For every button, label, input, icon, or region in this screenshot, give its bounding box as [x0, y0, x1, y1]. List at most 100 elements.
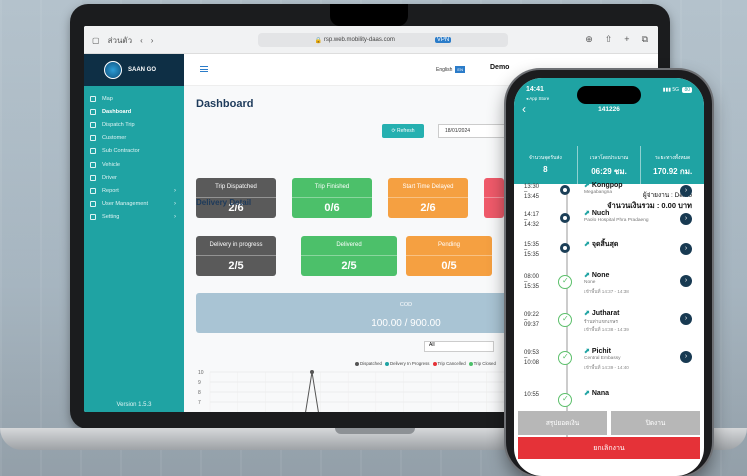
- sidebar-item-sub-contractor[interactable]: Sub Contractor: [84, 145, 184, 158]
- summary-button[interactable]: สรุปยอดเงิน: [518, 411, 607, 435]
- chevron-right-icon[interactable]: ›: [680, 275, 692, 287]
- vpn-badge[interactable]: VPN: [434, 37, 452, 43]
- delivery-card-divider: [301, 255, 397, 256]
- stop-name-text: Kongpop: [591, 182, 623, 189]
- sidebar-item-label: Dashboard: [102, 108, 132, 115]
- laptop-notch: [330, 4, 408, 26]
- legend-label: Trip Cancelled: [437, 361, 466, 366]
- sidebar-item-customer[interactable]: Customer: [84, 132, 184, 145]
- pin-icon: ⬈: [584, 272, 590, 279]
- stop-name-text: จุดสิ้นสุด: [591, 241, 619, 248]
- stop-node-icon: [560, 213, 570, 223]
- stop-name-text: Jutharat: [591, 310, 620, 317]
- new-tab-icon[interactable]: +: [624, 34, 629, 45]
- delivery-card-divider: [406, 255, 492, 256]
- cancel-job-button[interactable]: ยกเลิกงาน: [518, 437, 700, 459]
- stop-name[interactable]: ⬈ Jutharat: [584, 309, 620, 317]
- check-circle-icon: [558, 275, 572, 289]
- nav-item-icon: [90, 201, 96, 208]
- trip-stat-value: 06:29 ชม.: [591, 167, 627, 176]
- stop-name[interactable]: ⬈ None: [584, 271, 609, 279]
- chevron-right-icon[interactable]: ›: [680, 213, 692, 225]
- stop-name[interactable]: ⬈ จุดสิ้นสุด: [584, 239, 618, 250]
- stop-name-text: Nana: [591, 390, 609, 397]
- chevron-right-icon[interactable]: ›: [680, 243, 692, 255]
- address-bar[interactable]: 🔒 rsp.web.mobility-daas.com VPN: [258, 33, 508, 47]
- stop-name[interactable]: ⬈ Nana: [584, 389, 609, 397]
- sidebar-item-dashboard[interactable]: Dashboard: [84, 105, 184, 118]
- stat-card-label: Start Time Delayed: [402, 184, 454, 190]
- stop-arrival: เข้าพื้นที่ 14:37 - 14:38: [584, 289, 629, 294]
- nav-item-icon: [90, 214, 96, 221]
- legend-label: Delivery In Progress: [389, 361, 430, 366]
- sidebar-item-map[interactable]: Map: [84, 92, 184, 105]
- check-circle-icon: [558, 393, 572, 407]
- legend-dot: [432, 361, 437, 366]
- chart-legend: Dispatched Delivery In Progress Trip Cance…: [352, 361, 496, 366]
- user-name[interactable]: Demo: [490, 64, 509, 71]
- nav-item-icon: [90, 135, 96, 142]
- sidebar-item-label: Dispatch Trip: [102, 121, 135, 128]
- sidebar-toggle-icon[interactable]: ▢: [92, 36, 100, 45]
- hamburger-menu-icon[interactable]: [200, 66, 208, 72]
- refresh-button[interactable]: ⟳ Refresh: [382, 124, 424, 138]
- logo[interactable]: SAAN GO: [84, 54, 184, 86]
- app-version: Version 1.5.3: [116, 402, 152, 408]
- stop-name[interactable]: ⬈ Kongpop: [584, 181, 623, 189]
- tabs-icon[interactable]: ⧉: [642, 34, 648, 45]
- stop-address: Megabangna: [584, 190, 613, 195]
- sidebar-item-vehicle[interactable]: Vehicle: [84, 158, 184, 171]
- signal-icon: ▮▮▮: [662, 87, 673, 93]
- stop-time-end: 09:37: [524, 322, 540, 328]
- stop-address: None: [584, 280, 596, 285]
- chevron-right-icon[interactable]: ›: [680, 313, 692, 325]
- share-icon[interactable]: ⇧: [605, 34, 613, 45]
- forward-icon[interactable]: ›: [151, 36, 154, 45]
- language-selector[interactable]: English EN: [436, 66, 465, 73]
- nav-item-icon: [90, 161, 96, 168]
- sidebar: SAAN GO Map Dashboard Dispatch Trip Custome…: [84, 54, 184, 412]
- chevron-right-icon: ›: [174, 201, 176, 208]
- back-to-app-store[interactable]: ◂ App Store: [526, 96, 549, 102]
- chevron-right-icon[interactable]: ›: [680, 351, 692, 363]
- legend-label: Dispatched: [360, 361, 382, 366]
- pin-icon: ⬈: [584, 310, 590, 317]
- close-job-button[interactable]: ปิดงาน: [611, 411, 700, 435]
- sidebar-item-user-management[interactable]: User Management ›: [84, 198, 184, 211]
- stop-arrival: เข้าพื้นที่ 14:38 - 14:39: [584, 327, 629, 332]
- trip-stat: เวลาโดยประมาณ 06:29 ชม.: [578, 146, 642, 184]
- sidebar-item-label: Sub Contractor: [102, 148, 140, 155]
- sidebar-item-driver[interactable]: Driver: [84, 171, 184, 184]
- status-filter-select[interactable]: All: [424, 341, 494, 352]
- nav-item-icon: [90, 148, 96, 155]
- nav-item-icon: [90, 121, 96, 128]
- download-icon[interactable]: ⊕: [585, 34, 593, 45]
- stat-card: Start Time Delayed 2/6: [388, 178, 468, 218]
- sidebar-item-label: Vehicle: [102, 161, 121, 168]
- stop-node-icon: [560, 243, 570, 253]
- language-label: English: [436, 66, 453, 73]
- sidebar-item-report[interactable]: Report ›: [84, 184, 184, 197]
- stop-arrival: เข้าพื้นที่ 14:39 - 14:40: [584, 365, 629, 370]
- trip-id: 141226: [598, 106, 620, 113]
- stop-time-end: 13:45: [524, 194, 540, 200]
- delivery-card-value: 2/5: [341, 260, 357, 272]
- pin-icon: ⬈: [584, 348, 590, 355]
- stop-name-text: Nuch: [591, 210, 610, 217]
- sidebar-item-label: Driver: [102, 174, 117, 181]
- back-icon[interactable]: ‹: [140, 36, 143, 45]
- sidebar-item-dispatch-trip[interactable]: Dispatch Trip: [84, 118, 184, 131]
- stop-time-end: 10:08: [524, 360, 540, 366]
- data-point[interactable]: [310, 370, 314, 374]
- stop-name[interactable]: ⬈ Nuch: [584, 209, 609, 217]
- trip-stat: จำนวนจุดรับส่ง 8: [514, 146, 578, 184]
- chevron-right-icon[interactable]: ›: [680, 185, 692, 197]
- stop-name[interactable]: ⬈ Pichit: [584, 347, 611, 355]
- total-amount: จำนวนเงินรวม : 0.00 บาท: [607, 201, 692, 210]
- sidebar-item-setting[interactable]: Setting ›: [84, 211, 184, 224]
- refresh-label: Refresh: [397, 128, 415, 134]
- sidebar-nav: Map Dashboard Dispatch Trip Customer Sub Con…: [84, 86, 184, 224]
- logo-text: SAAN GO: [128, 67, 157, 73]
- check-circle-icon: [558, 313, 572, 327]
- trip-stat: ระยะทางทั้งหมด 170.92 กม.: [641, 146, 704, 184]
